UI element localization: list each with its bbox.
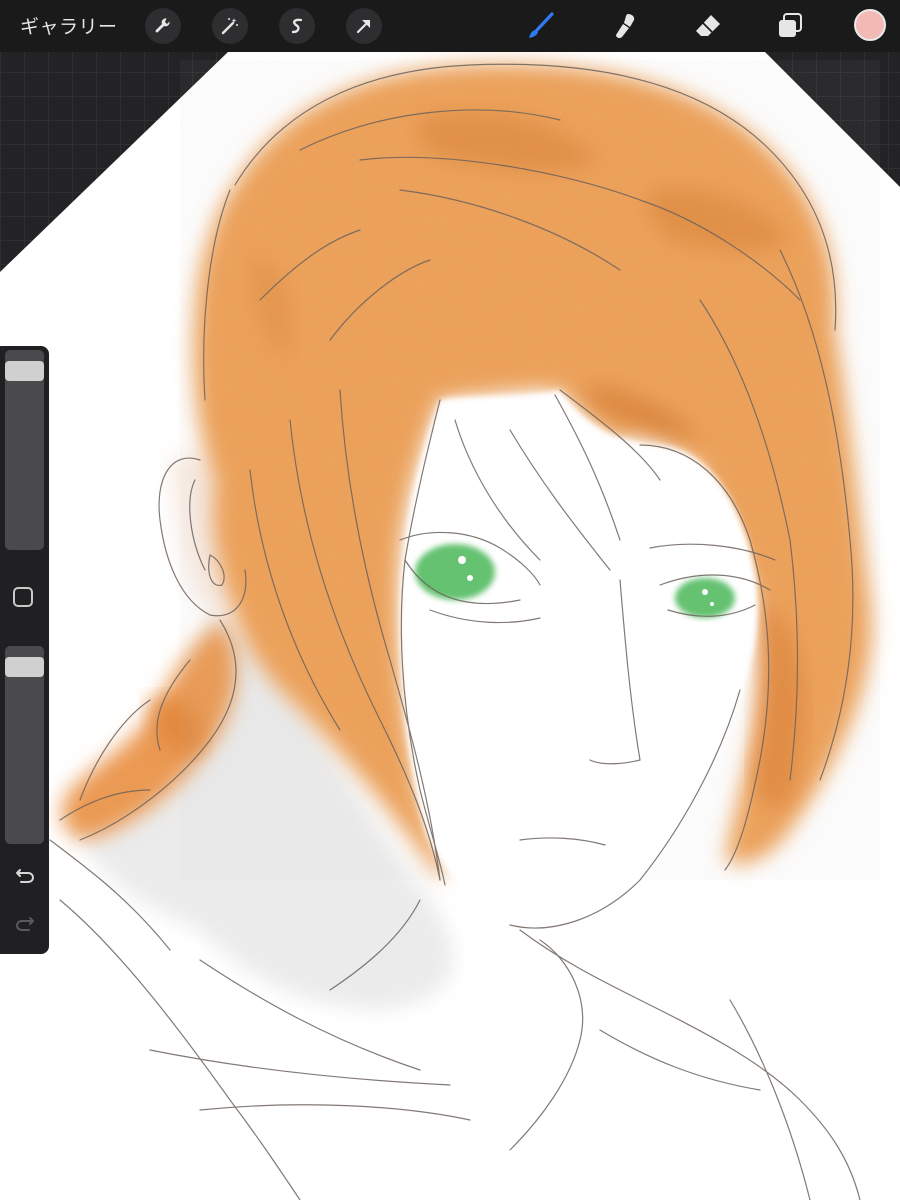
smudge-tool-button[interactable] [605,6,645,46]
adjustments-button[interactable] [212,8,248,44]
brush-size-slider[interactable] [5,350,44,550]
opacity-slider-thumb[interactable] [5,656,44,677]
magic-wand-icon [221,18,238,35]
left-sidebar [0,346,49,954]
modify-square-icon[interactable] [13,587,33,607]
transform-arrow-icon [356,19,371,34]
brush-size-slider-thumb[interactable] [5,360,44,381]
undo-icon [16,869,35,883]
eraser-tool-button[interactable] [688,6,728,46]
selection-button[interactable] [279,8,315,44]
transform-button[interactable] [346,8,382,44]
redo-icon [15,917,34,931]
drawing-canvas[interactable] [0,0,900,1200]
selection-s-icon [291,18,303,34]
gallery-button[interactable]: ギャラリー [20,12,118,39]
eraser-icon [696,15,720,36]
top-toolbar: ギャラリー [0,0,900,52]
layers-icon [779,13,802,37]
redo-button[interactable] [12,910,38,936]
opacity-slider[interactable] [5,646,44,844]
smudge-icon [616,14,635,39]
brush-icon [529,12,554,38]
brush-tool-button[interactable] [521,6,561,46]
wrench-icon [155,18,170,33]
undo-button[interactable] [12,862,38,888]
actions-wrench-button[interactable] [145,8,181,44]
artwork [0,52,900,1200]
layers-button[interactable] [770,6,810,46]
color-picker-swatch[interactable] [854,9,886,41]
